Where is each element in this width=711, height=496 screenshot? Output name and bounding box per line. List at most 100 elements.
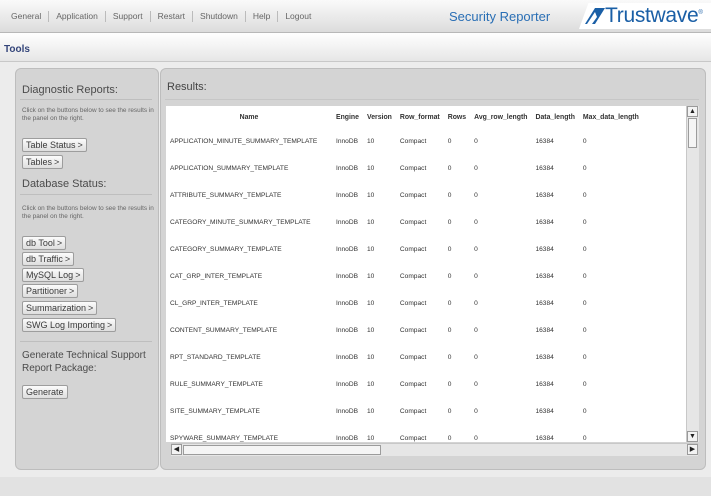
table-row: RULE_SUMMARY_TEMPLATE InnoDB 10 Compact 0 0 16…	[166, 371, 643, 398]
partitioner-button[interactable]: Partitioner >	[22, 284, 79, 298]
table-cell: APPLICATION_MINUTE_SUMMARY_TEMPLATE	[170, 138, 318, 145]
db-tool-label: db Tool	[26, 238, 55, 248]
brand-name-text: Trustwave	[605, 4, 699, 27]
table-cell: Compact	[399, 219, 427, 226]
table-cell: 16384	[535, 354, 554, 361]
nav-restart[interactable]: Restart	[151, 11, 194, 22]
swg-log-importing-button[interactable]: SWG Log Importing >	[22, 318, 117, 332]
db-traffic-button[interactable]: db Traffic >	[22, 252, 75, 266]
table-cell: 10	[366, 219, 375, 226]
table-cell: Compact	[399, 327, 427, 334]
table-cell: 16384	[535, 138, 554, 145]
table-cell: ATTRIBUTE_SUMMARY_TEMPLATE	[170, 192, 282, 199]
vertical-scroll-thumb[interactable]	[688, 118, 697, 148]
table-cell: Compact	[399, 165, 427, 172]
registered-mark: ®	[698, 10, 703, 16]
nav-logout[interactable]: Logout	[278, 11, 318, 22]
scroll-right-icon[interactable]: ▶	[687, 444, 698, 455]
chevron-right-icon: >	[69, 286, 75, 296]
table-status-button[interactable]: Table Status >	[22, 138, 87, 152]
tools-divider	[0, 61, 711, 62]
table-cell: 0	[447, 165, 452, 172]
table-cell: 0	[474, 381, 478, 388]
table-cell: 0	[474, 300, 478, 307]
scroll-up-icon[interactable]: ▲	[687, 106, 698, 117]
table-row: SITE_SUMMARY_TEMPLATE InnoDB 10 Compact 0 0 16…	[166, 398, 643, 425]
nav-support[interactable]: Support	[106, 11, 151, 22]
table-cell: InnoDB	[336, 327, 358, 334]
tables-button[interactable]: Tables >	[22, 155, 64, 169]
table-cell: 0	[447, 273, 452, 280]
table-cell: 0	[582, 273, 587, 280]
table-row: CATEGORY_MINUTE_SUMMARY_TEMPLATE InnoDB 10…	[166, 209, 643, 236]
generate-button[interactable]: Generate	[22, 385, 68, 399]
table-cell: 0	[582, 192, 587, 199]
chevron-right-icon: >	[56, 238, 63, 248]
table-cell: Compact	[399, 192, 427, 199]
swg-log-importing-label: SWG Log Importing	[26, 320, 106, 330]
table-cell: 0	[447, 354, 452, 361]
nav-application[interactable]: Application	[49, 11, 106, 22]
column-header[interactable]: Rows	[444, 106, 470, 128]
brand-logo: Trustwave®	[573, 3, 711, 29]
chevron-right-icon: >	[107, 320, 113, 330]
table-cell: CONTENT_SUMMARY_TEMPLATE	[170, 327, 278, 334]
table-cell: RPT_STANDARD_TEMPLATE	[170, 354, 261, 361]
table-cell: SITE_SUMMARY_TEMPLATE	[170, 408, 260, 415]
horizontal-scrollbar[interactable]: ◀ ▶	[171, 443, 698, 456]
scroll-left-icon[interactable]: ◀	[171, 444, 182, 455]
divider	[20, 341, 152, 342]
table-cell: 0	[447, 192, 452, 199]
partitioner-label: Partitioner	[26, 286, 68, 296]
table-cell: 16384	[535, 300, 554, 307]
table-cell: Compact	[399, 408, 427, 415]
page-footer	[0, 477, 711, 496]
table-cell: 16384	[535, 327, 554, 334]
column-header[interactable]: Data_length	[531, 106, 578, 128]
mysql-log-button[interactable]: MySQL Log >	[22, 268, 85, 282]
table-row: CAT_GRP_INTER_TEMPLATE InnoDB 10 Compact 0 0 1…	[166, 263, 643, 290]
horizontal-scroll-thumb[interactable]	[183, 445, 381, 455]
column-header[interactable]: Max_data_length	[579, 106, 643, 128]
table-cell: 16384	[535, 381, 554, 388]
table-cell: RULE_SUMMARY_TEMPLATE	[170, 381, 263, 388]
table-cell: 10	[366, 327, 375, 334]
column-header[interactable]: Version	[363, 106, 396, 128]
vertical-scrollbar[interactable]: ▲ ▼	[686, 106, 699, 442]
table-cell: 0	[474, 273, 478, 280]
table-cell: 0	[474, 165, 478, 172]
table-cell: InnoDB	[336, 192, 358, 199]
summarization-button[interactable]: Summarization >	[22, 301, 98, 315]
table-cell: InnoDB	[336, 246, 358, 253]
table-cell: 16384	[535, 192, 554, 199]
column-header[interactable]: Engine	[332, 106, 363, 128]
column-header[interactable]: Name	[166, 106, 332, 128]
table-cell: 10	[366, 354, 375, 361]
scroll-down-icon[interactable]: ▼	[687, 431, 698, 442]
results-table-body: APPLICATION_MINUTE_SUMMARY_TEMPLATE InnoD…	[166, 128, 643, 442]
tools-bar	[0, 33, 711, 61]
table-cell: 10	[366, 408, 375, 415]
table-cell: 10	[366, 192, 375, 199]
table-row: SPYWARE_SUMMARY_TEMPLATE InnoDB 10 Compact 0…	[166, 425, 643, 442]
table-cell: 0	[447, 327, 452, 334]
table-cell: CAT_GRP_INTER_TEMPLATE	[170, 273, 263, 280]
column-header[interactable]: Avg_row_length	[470, 106, 531, 128]
table-row: APPLICATION_MINUTE_SUMMARY_TEMPLATE InnoD…	[166, 128, 643, 155]
nav-shutdown[interactable]: Shutdown	[193, 11, 246, 22]
table-cell: Compact	[399, 138, 427, 145]
nav-general[interactable]: General	[4, 11, 50, 22]
tables-label: Tables	[26, 157, 53, 167]
chevron-right-icon: >	[88, 303, 94, 313]
database-hint: Click on the buttons below to see the re…	[22, 205, 154, 220]
tools-link[interactable]: Tools	[4, 44, 30, 55]
column-header[interactable]: Row_format	[396, 106, 444, 128]
table-cell: 0	[582, 381, 587, 388]
table-cell: InnoDB	[336, 381, 358, 388]
db-tool-button[interactable]: db Tool >	[22, 236, 67, 250]
table-cell: 0	[447, 138, 452, 145]
nav-help[interactable]: Help	[246, 11, 279, 22]
results-table-container[interactable]: Name Engine Version Row_format Rows Avg_…	[166, 106, 686, 442]
table-cell: 0	[447, 219, 452, 226]
table-cell: 0	[582, 219, 587, 226]
